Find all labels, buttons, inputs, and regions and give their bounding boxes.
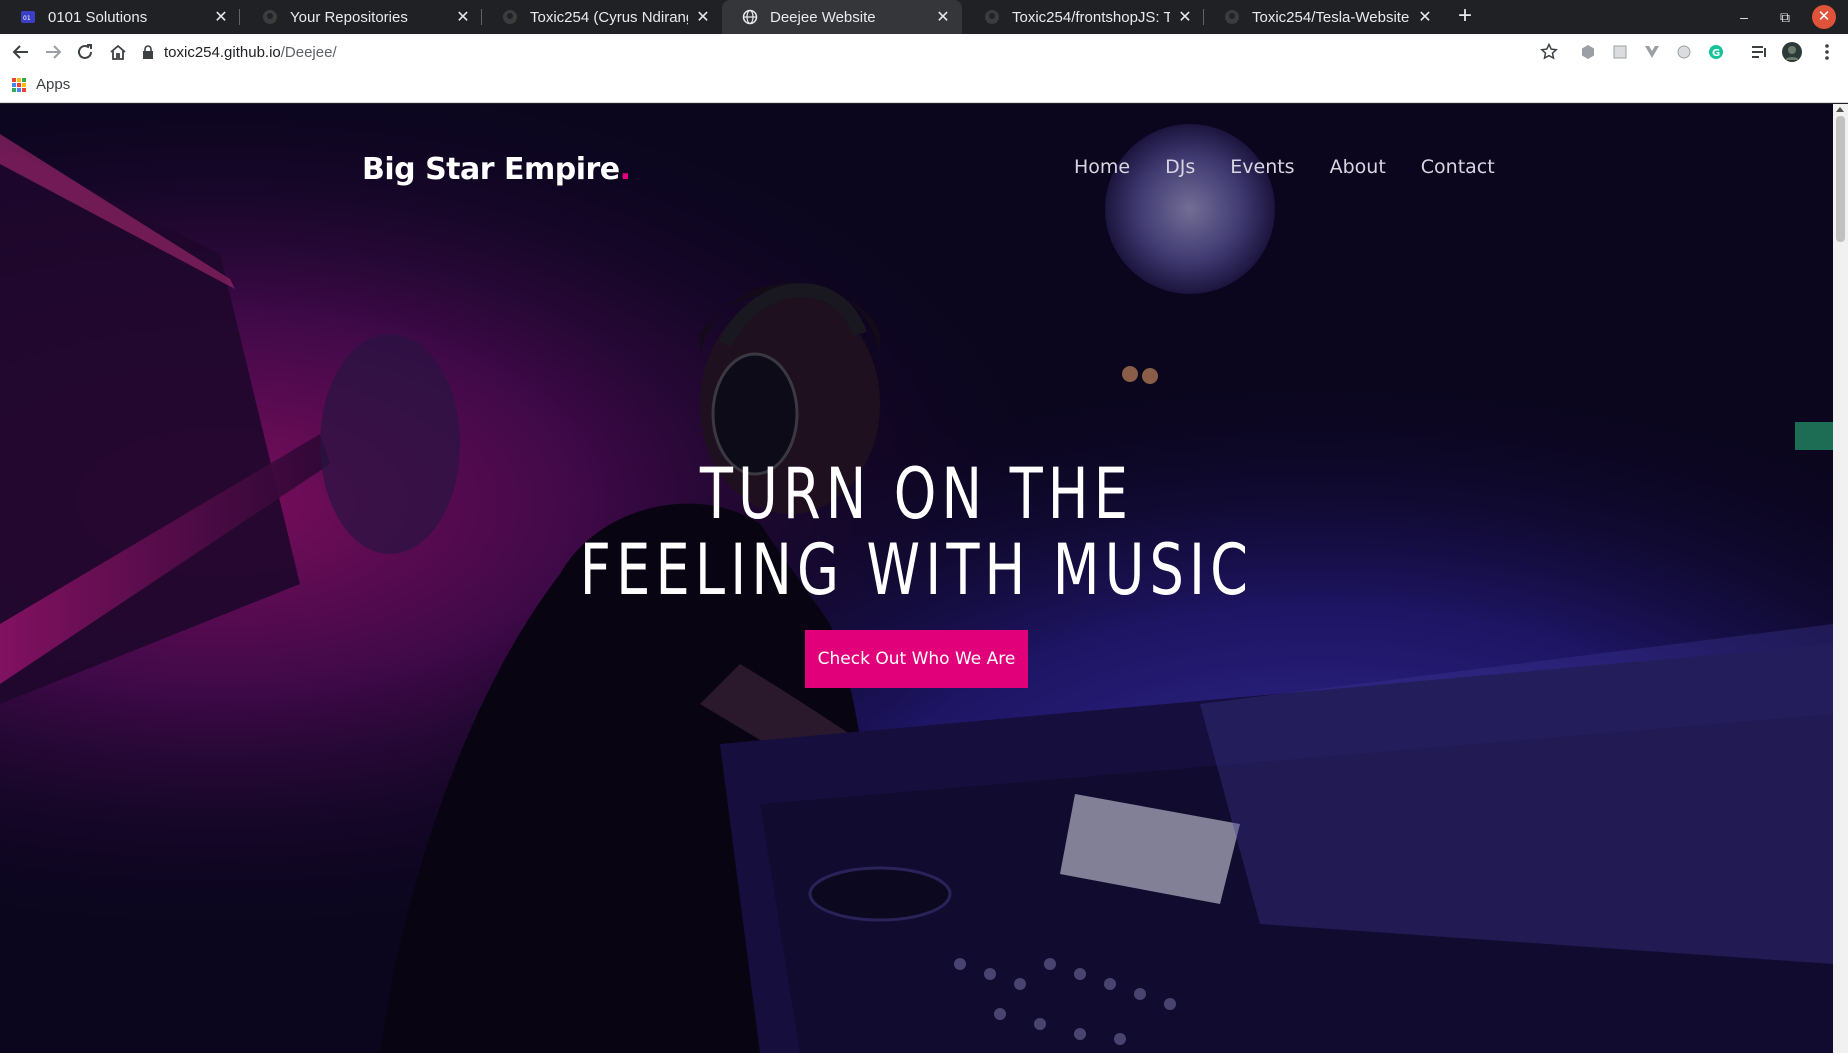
tab-separator (239, 9, 240, 25)
hero-heading: TURN ON THE FEELING WITH MUSIC (128, 456, 1704, 608)
apps-label: Apps (36, 76, 71, 93)
github-icon (502, 9, 518, 25)
scrollbar-thumb[interactable] (1836, 116, 1845, 242)
site-nav: Home DJs Events About Contact (1074, 156, 1495, 178)
url-host: toxic254.github.io (164, 43, 281, 61)
tab-tesla-website[interactable]: Toxic254/Tesla-Website ✕ (1204, 0, 1444, 34)
window-close-icon[interactable]: ✕ (1812, 5, 1836, 29)
browser-menu-icon[interactable] (1816, 41, 1838, 63)
svg-text:01: 01 (23, 15, 31, 22)
back-arrow-icon[interactable] (9, 40, 33, 64)
brand-dot: . (619, 152, 631, 187)
hero-heading-line-2: FEELING WITH MUSIC (579, 529, 1254, 611)
scroll-up-arrow-icon[interactable] (1836, 107, 1844, 112)
globe-icon (742, 9, 758, 25)
nav-djs-link[interactable]: DJs (1165, 156, 1195, 178)
media-control-icon[interactable] (1749, 41, 1771, 63)
close-icon[interactable]: ✕ (934, 8, 952, 26)
tab-title: Your Repositories (290, 8, 408, 26)
close-icon[interactable]: ✕ (212, 8, 230, 26)
tab-0101-solutions[interactable]: 01 0101 Solutions ✕ (0, 0, 240, 34)
close-icon[interactable]: ✕ (1176, 8, 1194, 26)
tab-title: Toxic254/frontshopJS: Th (1012, 8, 1170, 26)
apps-shortcut[interactable]: Apps (12, 76, 70, 93)
tab-your-repositories[interactable]: Your Repositories ✕ (242, 0, 482, 34)
tab-title: 0101 Solutions (48, 8, 148, 26)
github-icon (984, 9, 1000, 25)
url-path: /Deejee/ (280, 43, 337, 61)
minimize-icon[interactable]: – (1733, 6, 1755, 28)
bookmark-star-icon[interactable] (1538, 41, 1560, 63)
tab-toxic254-profile[interactable]: Toxic254 (Cyrus Ndirangu ✕ (482, 0, 722, 34)
svg-text:G: G (1712, 48, 1720, 59)
page-viewport: Big Star Empire. Home DJs Events About C… (0, 104, 1833, 1053)
new-tab-button[interactable]: + (1452, 4, 1478, 30)
page-scrollbar[interactable] (1833, 104, 1848, 1053)
url-text: toxic254.github.io/Deejee/ (164, 44, 337, 61)
tab-title: Deejee Website (770, 8, 876, 26)
close-icon[interactable]: ✕ (454, 8, 472, 26)
github-icon (1224, 9, 1240, 25)
profile-avatar[interactable] (1781, 41, 1803, 63)
browser-toolbar: toxic254.github.io/Deejee/ G (0, 34, 1848, 70)
nav-about-link[interactable]: About (1330, 156, 1386, 178)
tab-title: Toxic254 (Cyrus Ndirangu (530, 8, 688, 26)
nav-contact-link[interactable]: Contact (1421, 156, 1495, 178)
bookmarks-bar: Apps (0, 70, 1848, 103)
brand-text: Big Star Empire (362, 152, 620, 187)
lock-icon (140, 45, 156, 59)
site-brand-logo[interactable]: Big Star Empire. (362, 152, 631, 187)
restore-icon[interactable]: ⧉ (1774, 6, 1796, 28)
hero-heading-line-1: TURN ON THE (699, 453, 1134, 535)
extension-square-icon[interactable] (1609, 41, 1631, 63)
forward-arrow-icon[interactable] (41, 40, 65, 64)
nav-home-link[interactable]: Home (1074, 156, 1130, 178)
extension-cube-icon[interactable] (1577, 41, 1599, 63)
site-favicon-icon: 01 (20, 9, 36, 25)
close-icon[interactable]: ✕ (694, 8, 712, 26)
extension-vue-icon[interactable] (1641, 41, 1663, 63)
apps-grid-icon (12, 77, 26, 92)
grammarly-icon[interactable]: G (1705, 41, 1727, 63)
nav-events-link[interactable]: Events (1230, 156, 1294, 178)
tab-strip: 01 0101 Solutions ✕ Your Repositories ✕ … (0, 0, 1848, 34)
check-out-who-we-are-button[interactable]: Check Out Who We Are (805, 630, 1028, 688)
tab-title: Toxic254/Tesla-Website (1252, 8, 1410, 26)
github-icon (262, 9, 278, 25)
extension-circle-icon[interactable] (1673, 41, 1695, 63)
tab-frontshopjs[interactable]: Toxic254/frontshopJS: Th ✕ (964, 0, 1204, 34)
tab-deejee-website[interactable]: Deejee Website ✕ (722, 0, 962, 34)
home-icon[interactable] (106, 40, 130, 64)
address-bar[interactable]: toxic254.github.io/Deejee/ (140, 38, 1550, 66)
reload-icon[interactable] (73, 40, 97, 64)
close-icon[interactable]: ✕ (1416, 8, 1434, 26)
